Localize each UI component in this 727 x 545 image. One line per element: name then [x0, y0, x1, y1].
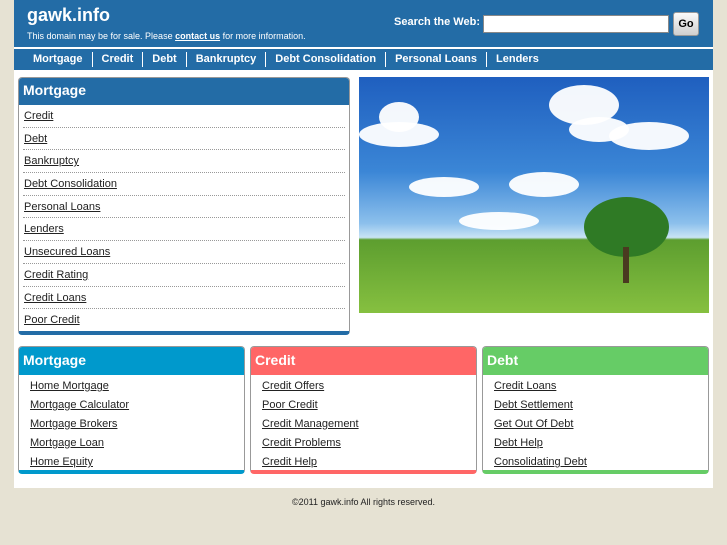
nav-mortgage[interactable]: Mortgage [24, 52, 92, 67]
link-item[interactable]: Consolidating Debt [494, 456, 587, 468]
footer-copyright: ©2011 gawk.info All rights reserved. [291, 497, 436, 507]
credit-box: Credit Credit Offers Poor Credit Credit … [250, 346, 477, 474]
tagline-text-end: for more information. [220, 31, 306, 41]
search-label: Search the Web: [394, 16, 480, 28]
link-item[interactable]: Bankruptcy [24, 155, 79, 167]
link-item[interactable]: Credit Rating [24, 269, 88, 281]
nav-lenders[interactable]: Lenders [486, 52, 548, 67]
link-item[interactable]: Get Out Of Debt [494, 418, 573, 430]
link-item[interactable]: Credit Problems [262, 437, 341, 449]
nav-bankruptcy[interactable]: Bankruptcy [185, 52, 266, 67]
nav-credit[interactable]: Credit [91, 52, 143, 67]
left-box-title: Mortgage [19, 78, 349, 105]
nav-personal-loans[interactable]: Personal Loans [385, 52, 486, 67]
link-item[interactable]: Credit Loans [24, 292, 86, 304]
go-button[interactable]: Go [673, 12, 699, 36]
link-item[interactable]: Poor Credit [262, 399, 318, 411]
link-item[interactable]: Debt Consolidation [24, 178, 117, 190]
contact-us-link[interactable]: contact us [175, 31, 220, 41]
link-item[interactable]: Poor Credit [24, 314, 80, 326]
link-item[interactable]: Credit Management [262, 418, 359, 430]
link-item[interactable]: Mortgage Brokers [30, 418, 117, 430]
link-item[interactable]: Credit Loans [494, 380, 556, 392]
link-item[interactable]: Credit [24, 110, 53, 122]
site-title: gawk.info [27, 5, 111, 25]
link-item[interactable]: Mortgage Calculator [30, 399, 129, 411]
mortgage-box: Mortgage Home Mortgage Mortgage Calculat… [18, 346, 245, 474]
link-item[interactable]: Mortgage Loan [30, 437, 104, 449]
header: gawk.info This domain may be for sale. P… [14, 0, 713, 47]
link-item[interactable]: Debt [24, 133, 47, 145]
credit-box-title: Credit [251, 347, 476, 375]
link-item[interactable]: Credit Help [262, 456, 317, 468]
debt-box: Debt Credit Loans Debt Settlement Get Ou… [482, 346, 709, 474]
link-item[interactable]: Debt Settlement [494, 399, 573, 411]
mortgage-box-title: Mortgage [19, 347, 244, 375]
link-item[interactable]: Debt Help [494, 437, 543, 449]
nav-debt[interactable]: Debt [142, 52, 185, 67]
landscape-image [359, 77, 709, 313]
link-item[interactable]: Home Equity [30, 456, 93, 468]
debt-box-title: Debt [483, 347, 708, 375]
link-item[interactable]: Unsecured Loans [24, 246, 110, 258]
link-item[interactable]: Credit Offers [262, 380, 324, 392]
link-item[interactable]: Home Mortgage [30, 380, 109, 392]
tagline-text: This domain may be for sale. Please [27, 31, 176, 41]
nav-debt-consolidation[interactable]: Debt Consolidation [265, 52, 385, 67]
link-item[interactable]: Personal Loans [24, 201, 100, 213]
left-link-box: Mortgage Credit Debt Bankruptcy Debt Con… [18, 77, 350, 335]
link-item[interactable]: Lenders [24, 223, 64, 235]
tagline: This domain may be for sale. Please cont… [27, 31, 306, 41]
nav-bar: Mortgage Credit Debt Bankruptcy Debt Con… [14, 49, 713, 70]
search-input[interactable] [483, 15, 669, 33]
